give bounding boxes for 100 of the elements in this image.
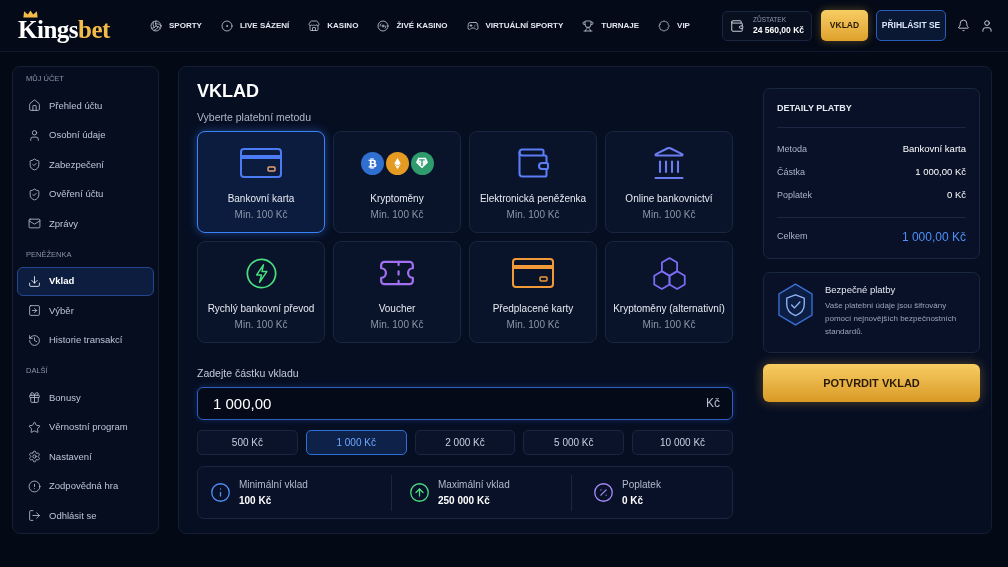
nav-link[interactable]: SPORTY <box>150 19 202 32</box>
wallet-icon <box>515 145 551 181</box>
total-label: Celkem <box>777 230 808 244</box>
method-name: Bankovní karta <box>227 192 295 206</box>
limit-label: Minimální vklad <box>239 477 308 492</box>
gift-icon <box>28 391 41 405</box>
sidebar-item[interactable]: Odhlásit se <box>17 501 154 531</box>
total-value: 1 000,00 Kč <box>901 229 966 246</box>
method-name: Rychlý bankovní převod <box>207 302 315 316</box>
shield-check-icon <box>28 158 41 172</box>
section-subtitle: Vyberte platební metodu <box>197 110 313 124</box>
secure-title: Bezpečné platby <box>825 283 897 297</box>
user-icon <box>28 128 41 142</box>
sidebar-item[interactable]: Zprávy <box>17 209 154 239</box>
payment-method-card[interactable]: Voucher Min. 100 Kč <box>333 241 461 343</box>
crown-icon <box>22 9 39 18</box>
nav-link[interactable]: ŽIVÉ KASINO <box>377 19 448 32</box>
detail-value: Bankovní karta <box>902 142 966 157</box>
detail-label: Částka <box>777 165 805 179</box>
page-title: VKLAD <box>197 80 260 102</box>
detail-value: 1 000,00 Kč <box>915 165 966 180</box>
limit-label: Poplatek <box>622 477 661 492</box>
sidebar-item[interactable]: Osobní údaje <box>17 120 154 150</box>
quick-amount-button[interactable]: 10 000 Kč <box>632 430 733 455</box>
house-icon <box>28 99 41 113</box>
sidebar-item[interactable]: Vklad <box>17 266 154 296</box>
sidebar-item[interactable]: Nastavení <box>17 442 154 472</box>
payment-method-card[interactable]: Kryptoměny (alternativní) Min. 100 Kč <box>605 241 733 343</box>
limit-label: Maximální vklad <box>438 477 510 492</box>
download-icon <box>28 274 41 288</box>
quick-amount-button[interactable]: 1 000 Kč <box>305 430 407 455</box>
nav-link[interactable]: VIP <box>658 19 690 32</box>
sidebar-item[interactable]: Historie transakcí <box>17 325 154 355</box>
payment-method-card[interactable]: Předplacené karty Min. 100 Kč <box>469 241 597 343</box>
shield-check-icon <box>778 283 813 326</box>
quick-amount-button[interactable]: 2 000 Kč <box>414 430 516 455</box>
sidebar-item[interactable]: Výběr <box>17 296 154 326</box>
method-name: Předplacené karty <box>492 302 574 316</box>
notification-bell-icon[interactable] <box>957 19 970 32</box>
quick-amount-button[interactable]: 500 Kč <box>197 430 298 455</box>
method-minimum: Min. 100 Kč <box>506 318 560 332</box>
crypto-coin-icon <box>385 151 409 175</box>
payment-method-card[interactable]: Elektronická peněženka Min. 100 Kč <box>469 131 597 233</box>
history-icon <box>28 333 41 347</box>
currency-label: Kč <box>706 396 720 411</box>
sidebar-item[interactable]: Ověření účtu <box>17 179 154 209</box>
alert-circle-icon <box>28 479 41 493</box>
method-name: Online bankovnictví <box>625 192 713 206</box>
user-icon[interactable] <box>980 18 994 33</box>
method-minimum: Min. 100 Kč <box>506 208 560 222</box>
nav-link[interactable]: KASINO <box>308 19 359 32</box>
arrow-up-circle-icon <box>409 482 430 503</box>
method-minimum: Min. 100 Kč <box>642 208 696 222</box>
trophy-icon <box>582 19 595 32</box>
method-name: Kryptoměny (alternativní) <box>613 302 725 316</box>
confirm-deposit-button[interactable]: POTVRDIT VKLAD <box>763 364 980 402</box>
info-icon <box>210 482 231 503</box>
crypto-coin-icon <box>360 151 384 175</box>
circle-dot-icon <box>220 19 233 32</box>
quick-amount-button[interactable]: 5 000 Kč <box>523 430 625 455</box>
sidebar-item[interactable]: Zabezpečení <box>17 150 154 180</box>
method-minimum: Min. 100 Kč <box>234 318 288 332</box>
payment-method-card[interactable]: Rychlý bankovní převod Min. 100 Kč <box>197 241 325 343</box>
nav-link[interactable]: LIVE SÁZENÍ <box>220 19 290 32</box>
amount-label: Zadejte částku vkladu <box>197 366 300 380</box>
payment-method-card[interactable]: Kryptoměny Min. 100 Kč <box>333 131 461 233</box>
store-icon <box>308 19 321 32</box>
payment-method-card[interactable]: Online bankovnictví Min. 100 Kč <box>605 131 733 233</box>
percent-icon <box>593 482 614 503</box>
login-button[interactable]: PŘIHLÁSIT SE <box>876 10 946 41</box>
arrow-right-square-icon <box>28 304 41 318</box>
credit-card-icon <box>240 148 282 178</box>
method-minimum: Min. 100 Kč <box>370 208 424 222</box>
method-name: Elektronická peněženka <box>479 192 587 206</box>
star-icon <box>28 420 41 434</box>
logo-text[interactable]: Kingsbet <box>18 17 110 42</box>
detail-label: Poplatek <box>777 188 813 202</box>
method-minimum: Min. 100 Kč <box>370 318 424 332</box>
nav-link[interactable]: TURNAJE <box>582 19 640 32</box>
wallet-icon <box>730 18 744 33</box>
payment-method-card[interactable]: Bankovní karta Min. 100 Kč <box>197 131 325 233</box>
deposit-button[interactable]: VKLAD <box>821 10 868 41</box>
sidebar-item[interactable]: Zodpovědná hra <box>17 471 154 501</box>
gamepad-icon <box>466 19 479 32</box>
hexagons-icon <box>652 256 686 290</box>
method-minimum: Min. 100 Kč <box>234 208 288 222</box>
lightning-circle-icon <box>245 257 277 289</box>
detail-label: Metoda <box>777 142 808 156</box>
limit-value: 250 000 Kč <box>438 493 491 508</box>
logout-icon <box>28 509 41 523</box>
ball-icon <box>150 19 162 32</box>
detail-value: 0 Kč <box>947 188 966 203</box>
crypto-coin-icon <box>410 151 434 175</box>
sidebar-item[interactable]: Bonusy <box>17 383 154 413</box>
badge-icon <box>658 19 671 32</box>
mail-icon <box>28 217 41 231</box>
nav-link[interactable]: VIRTUÁLNÍ SPORTY <box>466 19 564 32</box>
sidebar-item[interactable]: Přehled účtu <box>17 91 154 121</box>
sidebar-item[interactable]: Věrnostní program <box>17 412 154 442</box>
balance-value: 24 560,00 Kč <box>753 24 805 36</box>
